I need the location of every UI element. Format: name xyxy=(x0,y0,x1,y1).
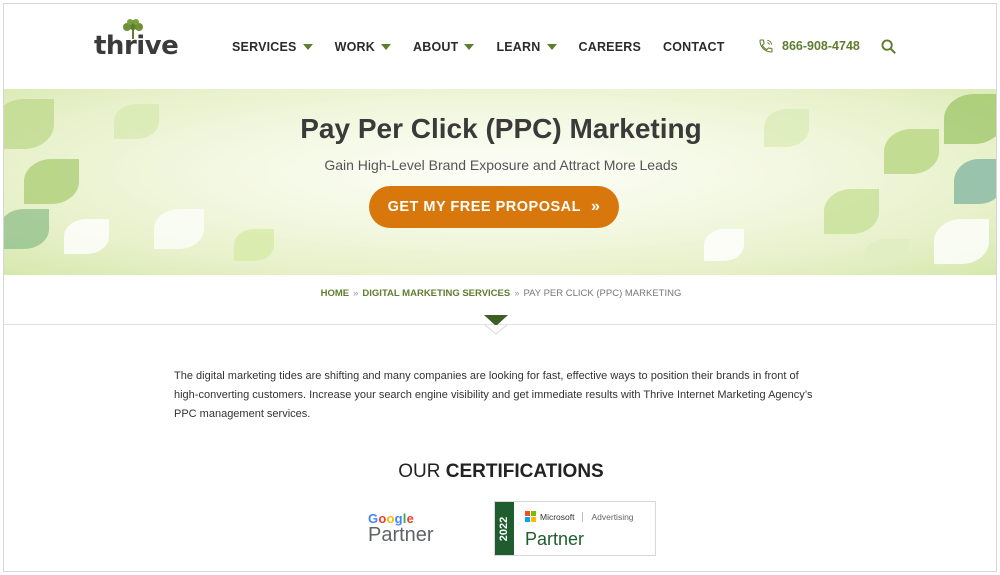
breadcrumb-separator: » xyxy=(514,288,520,299)
leaf-decoration xyxy=(64,219,109,254)
breadcrumb-current: PAY PER CLICK (PPC) MARKETING xyxy=(523,288,682,299)
breadcrumb: HOME» DIGITAL MARKETING SERVICES» PAY PER … xyxy=(4,288,996,299)
nav-work-label: WORK xyxy=(334,40,375,54)
cta-label: GET MY FREE PROPOSAL xyxy=(387,199,582,215)
caret-down-icon xyxy=(380,44,391,50)
certifications-heading: OUR CERTIFICATIONS xyxy=(4,461,996,483)
site-header: thrive SERVICES WORK ABOUT LEARN CAREERS… xyxy=(4,4,996,89)
page-frame: thrive SERVICES WORK ABOUT LEARN CAREERS… xyxy=(3,3,997,572)
search-button[interactable] xyxy=(881,39,896,59)
google-partner-badge: Google Partner xyxy=(368,511,434,547)
nav-services[interactable]: SERVICES xyxy=(232,40,313,54)
nav-services-label: SERVICES xyxy=(232,40,297,54)
free-proposal-button[interactable]: GET MY FREE PROPOSAL » xyxy=(369,186,619,228)
nav-learn-label: LEARN xyxy=(496,40,541,54)
logo-text: thrive xyxy=(94,31,179,61)
nav-about[interactable]: ABOUT xyxy=(412,40,475,54)
cert-title-bold: CERTIFICATIONS xyxy=(445,461,604,482)
advertising-label: Advertising xyxy=(591,511,634,522)
phone-icon xyxy=(759,39,773,53)
nav-careers-label: CAREERS xyxy=(578,40,642,54)
leaf-decoration xyxy=(234,229,274,261)
google-partner-text: Partner xyxy=(368,524,434,546)
nav-careers[interactable]: CAREERS xyxy=(579,40,642,54)
intro-paragraph: The digital marketing tides are shifting… xyxy=(174,370,813,420)
leaf-decoration xyxy=(704,229,744,261)
breadcrumb-digital-marketing[interactable]: DIGITAL MARKETING SERVICES xyxy=(362,288,510,299)
leaf-decoration xyxy=(934,219,989,264)
nav-learn[interactable]: LEARN xyxy=(496,40,557,54)
leaf-decoration xyxy=(824,189,879,234)
caret-down-icon xyxy=(546,44,557,50)
breadcrumb-separator: » xyxy=(353,288,359,299)
leaf-decoration xyxy=(154,209,204,249)
badge-year: 2022 xyxy=(495,502,514,555)
leaf-decoration xyxy=(4,209,49,249)
nav-about-label: ABOUT xyxy=(412,40,459,54)
nav-contact-label: CONTACT xyxy=(663,40,725,54)
hero-banner: Pay Per Click (PPC) Marketing Gain High-… xyxy=(4,89,996,275)
nav-contact[interactable]: CONTACT xyxy=(663,40,725,54)
nav-work[interactable]: WORK xyxy=(335,40,391,54)
main-nav: SERVICES WORK ABOUT LEARN CAREERS CONTAC… xyxy=(232,40,747,54)
divider-bar xyxy=(582,511,584,522)
thrive-logo[interactable]: thrive xyxy=(94,19,179,63)
cert-title-light: OUR xyxy=(398,461,446,482)
search-icon xyxy=(881,39,896,54)
phone-number: 866-908-4748 xyxy=(782,39,860,53)
leaf-decoration xyxy=(864,239,909,269)
badge-year-text: 2022 xyxy=(498,516,511,541)
microsoft-partner-badge: 2022 Microsoft Advertising Partner xyxy=(494,501,656,556)
page-title: Pay Per Click (PPC) Marketing xyxy=(300,113,702,144)
microsoft-label: Microsoft xyxy=(540,511,575,522)
page-subtitle: Gain High-Level Brand Exposure and Attra… xyxy=(324,157,678,173)
phone-link[interactable]: 866-908-4748 xyxy=(758,38,860,54)
microsoft-advertising-header: Microsoft Advertising xyxy=(525,511,634,522)
breadcrumb-home[interactable]: HOME xyxy=(321,288,350,299)
caret-down-icon xyxy=(464,44,475,50)
microsoft-partner-text: Partner xyxy=(525,529,585,549)
down-arrow-icon xyxy=(484,315,508,335)
caret-down-icon xyxy=(302,44,313,50)
double-chevron-right-icon: » xyxy=(591,198,601,215)
microsoft-logo-icon xyxy=(525,511,536,522)
